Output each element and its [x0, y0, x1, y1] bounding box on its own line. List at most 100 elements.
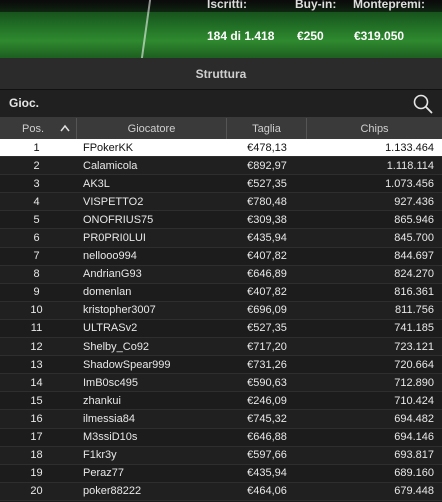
table-row[interactable]: 6 PR0PRI0LUI €435,94 845.700 — [0, 229, 442, 248]
row-taglia: €696,09 — [247, 304, 287, 317]
row-chips: 723.121 — [394, 340, 434, 353]
row-player-name: poker88222 — [83, 485, 142, 498]
row-chips: 710.424 — [394, 394, 434, 407]
players-search-bar: Gioc. — [0, 90, 442, 118]
column-header-pos-label: Pos. — [22, 122, 45, 135]
row-pos: 10 — [30, 304, 43, 317]
row-pos: 15 — [30, 394, 43, 407]
table-row[interactable]: 8 AndrianG93 €646,89 824.270 — [0, 265, 442, 284]
row-chips: 694.482 — [394, 412, 434, 425]
row-chips: 844.697 — [394, 250, 434, 263]
row-player-name: M3ssiD10s — [83, 431, 138, 444]
players-label: Gioc. — [9, 96, 40, 110]
row-taglia: €646,89 — [247, 268, 287, 281]
row-taglia: €527,35 — [247, 177, 287, 190]
row-pos: 13 — [30, 358, 43, 371]
column-header-giocatore-label: Giocatore — [127, 122, 176, 135]
row-player-name: ONOFRIUS75 — [83, 213, 154, 226]
column-header-taglia-label: Taglia — [252, 122, 281, 135]
montepremi-value: €319.050 — [354, 29, 405, 43]
row-pos: 11 — [30, 322, 43, 335]
row-chips: 816.361 — [394, 286, 434, 299]
row-player-name: zhankui — [83, 394, 121, 407]
table-row[interactable]: 20 poker88222 €464,06 679.448 — [0, 482, 442, 501]
table-header: Pos. Giocatore Taglia Chips — [0, 118, 442, 139]
table-row[interactable]: 10 kristopher3007 €696,09 811.756 — [0, 301, 442, 320]
row-chips: 712.890 — [394, 376, 434, 389]
row-pos: 3 — [33, 177, 40, 190]
row-player-name: AndrianG93 — [83, 268, 142, 281]
row-chips: 741.185 — [394, 322, 434, 335]
table-row[interactable]: 1 FPokerKK €478,13 1.133.464 — [0, 139, 442, 158]
players-table-body: 1 FPokerKK €478,13 1.133.464 2 Calamicola €892… — [0, 139, 442, 501]
struttura-section-header[interactable]: Struttura — [0, 58, 442, 90]
table-row[interactable]: 17 M3ssiD10s €646,88 694.146 — [0, 428, 442, 447]
row-chips: 1.118.114 — [386, 159, 434, 172]
table-row[interactable]: 11 ULTRASv2 €527,35 741.185 — [0, 319, 442, 339]
table-row[interactable]: 7 nellooo994 €407,82 844.697 — [0, 247, 442, 266]
row-chips: 865.946 — [394, 213, 434, 226]
row-player-name: ilmessia84 — [83, 412, 135, 425]
row-chips: 824.270 — [394, 268, 434, 281]
row-taglia: €717,20 — [247, 340, 287, 353]
row-pos: 19 — [30, 467, 43, 480]
search-icon[interactable] — [412, 93, 434, 115]
column-header-pos[interactable]: Pos. — [0, 118, 77, 139]
row-taglia: €731,26 — [247, 358, 287, 371]
row-player-name: AK3L — [83, 177, 110, 190]
row-chips: 694.146 — [394, 431, 434, 444]
row-taglia: €527,35 — [247, 322, 287, 335]
row-pos: 12 — [30, 340, 43, 353]
row-pos: 2 — [33, 159, 40, 172]
table-row[interactable]: 5 ONOFRIUS75 €309,38 865.946 — [0, 211, 442, 230]
row-taglia: €745,32 — [247, 412, 287, 425]
row-chips: 811.756 — [395, 304, 434, 317]
table-row[interactable]: 12 Shelby_Co92 €717,20 723.121 — [0, 338, 442, 357]
row-taglia: €780,48 — [247, 195, 287, 208]
table-row[interactable]: 15 zhankui €246,09 710.424 — [0, 392, 442, 411]
column-header-taglia[interactable]: Taglia — [227, 118, 307, 139]
row-chips: 1.133.464 — [385, 141, 434, 154]
table-row[interactable]: 9 domenlan €407,82 816.361 — [0, 283, 442, 302]
table-row[interactable]: 16 ilmessia84 €745,32 694.482 — [0, 410, 442, 429]
row-chips: 845.700 — [394, 232, 434, 245]
row-taglia: €246,09 — [247, 394, 287, 407]
row-taglia: €435,94 — [247, 467, 287, 480]
buyin-value: €250 — [297, 29, 324, 43]
iscritti-value: 184 di 1.418 — [207, 29, 275, 43]
table-row[interactable]: 19 Peraz77 €435,94 689.160 — [0, 464, 442, 483]
montepremi-label: Montepremi: — [353, 0, 425, 11]
chevron-up-icon — [60, 124, 70, 132]
column-header-chips-label: Chips — [360, 122, 389, 135]
row-chips: 693.817 — [394, 449, 434, 462]
column-header-giocatore[interactable]: Giocatore — [77, 118, 227, 139]
table-row[interactable]: 2 Calamicola €892,97 1.118.114 — [0, 157, 442, 176]
buyin-label: Buy-in: — [295, 0, 337, 11]
table-row[interactable]: 13 ShadowSpear999 €731,26 720.664 — [0, 356, 442, 375]
table-row[interactable]: 3 AK3L €527,35 1.073.456 — [0, 175, 442, 194]
row-player-name: VISPETTO2 — [83, 195, 144, 208]
table-row[interactable]: 14 ImB0sc495 €590,63 712.890 — [0, 374, 442, 393]
row-pos: 4 — [33, 195, 40, 208]
row-player-name: FPokerKK — [83, 141, 134, 154]
table-row[interactable]: 4 VISPETTO2 €780,48 927.436 — [0, 193, 442, 212]
row-taglia: €478,13 — [247, 141, 287, 154]
table-row[interactable]: 18 F1kr3y €597,66 693.817 — [0, 446, 442, 465]
iscritti-label: Iscritti: — [207, 0, 248, 11]
row-taglia: €464,06 — [247, 485, 287, 498]
row-player-name: Shelby_Co92 — [83, 340, 150, 353]
row-player-name: kristopher3007 — [83, 304, 156, 317]
row-pos: 14 — [30, 376, 43, 389]
struttura-title: Struttura — [195, 66, 247, 81]
row-pos: 8 — [33, 268, 40, 281]
row-chips: 679.448 — [394, 485, 434, 498]
row-player-name: F1kr3y — [83, 449, 117, 462]
tournament-stats-banner: Iscritti: Buy-in: Montepremi: 184 di 1.4… — [0, 0, 442, 58]
row-chips: 720.664 — [394, 358, 434, 371]
row-pos: 9 — [33, 286, 40, 299]
row-taglia: €646,88 — [247, 431, 287, 444]
row-pos: 16 — [30, 412, 43, 425]
column-header-chips[interactable]: Chips — [307, 118, 442, 139]
row-player-name: domenlan — [83, 286, 132, 299]
row-taglia: €892,97 — [247, 159, 287, 172]
